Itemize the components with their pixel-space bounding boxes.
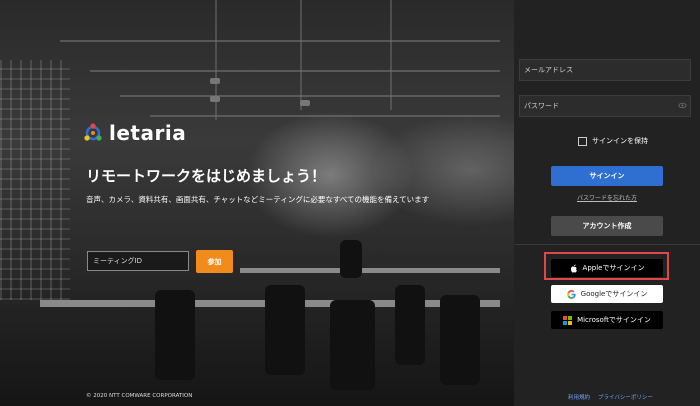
privacy-link[interactable]: プライバシーポリシー <box>598 393 653 401</box>
remember-label: サインインを保持 <box>592 137 648 145</box>
lamp <box>300 100 310 106</box>
letaria-logo-icon <box>84 123 102 141</box>
google-signin-label: Googleでサインイン <box>580 290 648 298</box>
hero-headline: リモートワークをはじめましょう！ <box>86 167 327 185</box>
lamp <box>210 96 220 102</box>
person-silhouette <box>340 240 362 278</box>
ceiling-beam <box>90 70 500 72</box>
signin-button[interactable]: サインイン <box>551 166 663 186</box>
letaria-logo: letaria <box>83 121 186 145</box>
chair <box>265 285 305 375</box>
chair <box>155 290 195 380</box>
google-signin-button[interactable]: Googleでサインイン <box>551 285 663 303</box>
email-field[interactable] <box>519 59 691 81</box>
ceiling-beam <box>150 115 500 117</box>
microsoft-signin-button[interactable]: Microsoftでサインイン <box>551 311 663 329</box>
ceiling-rod <box>215 0 217 120</box>
remember-signin[interactable]: サインインを保持 <box>578 136 648 146</box>
highlight-box <box>544 252 669 280</box>
join-button[interactable]: 参加 <box>196 250 233 273</box>
password-field[interactable] <box>519 95 691 117</box>
ceiling-beam <box>120 95 500 97</box>
wall-lattice <box>0 60 70 300</box>
chair <box>330 300 375 390</box>
create-account-button[interactable]: アカウント作成 <box>551 216 663 236</box>
terms-link[interactable]: 利用規約 <box>568 393 590 401</box>
chair <box>395 285 425 365</box>
meeting-id-input[interactable] <box>87 251 189 271</box>
microsoft-icon <box>563 315 573 325</box>
copyright-text: © 2020 NTT COMWARE CORPORATION <box>86 393 193 399</box>
footer-links: 利用規約 プライバシーポリシー <box>568 393 653 401</box>
ceiling-rod <box>300 0 302 110</box>
divider <box>515 244 700 245</box>
hero-subline: 音声、カメラ、資料共有、画面共有、チャットなどミーティングに必要なすべての機能を… <box>86 195 430 204</box>
desk <box>240 268 500 273</box>
logo-text: letaria <box>109 121 187 145</box>
forgot-password-link[interactable]: パスワードを忘れた方 <box>551 193 663 202</box>
chair <box>440 295 480 385</box>
ceiling-beam <box>60 40 500 42</box>
google-icon <box>566 289 576 299</box>
microsoft-signin-label: Microsoftでサインイン <box>577 316 651 324</box>
ceiling-rod <box>390 0 392 110</box>
eye-icon[interactable] <box>678 101 687 110</box>
lamp <box>210 78 220 84</box>
remember-checkbox[interactable] <box>578 136 587 146</box>
